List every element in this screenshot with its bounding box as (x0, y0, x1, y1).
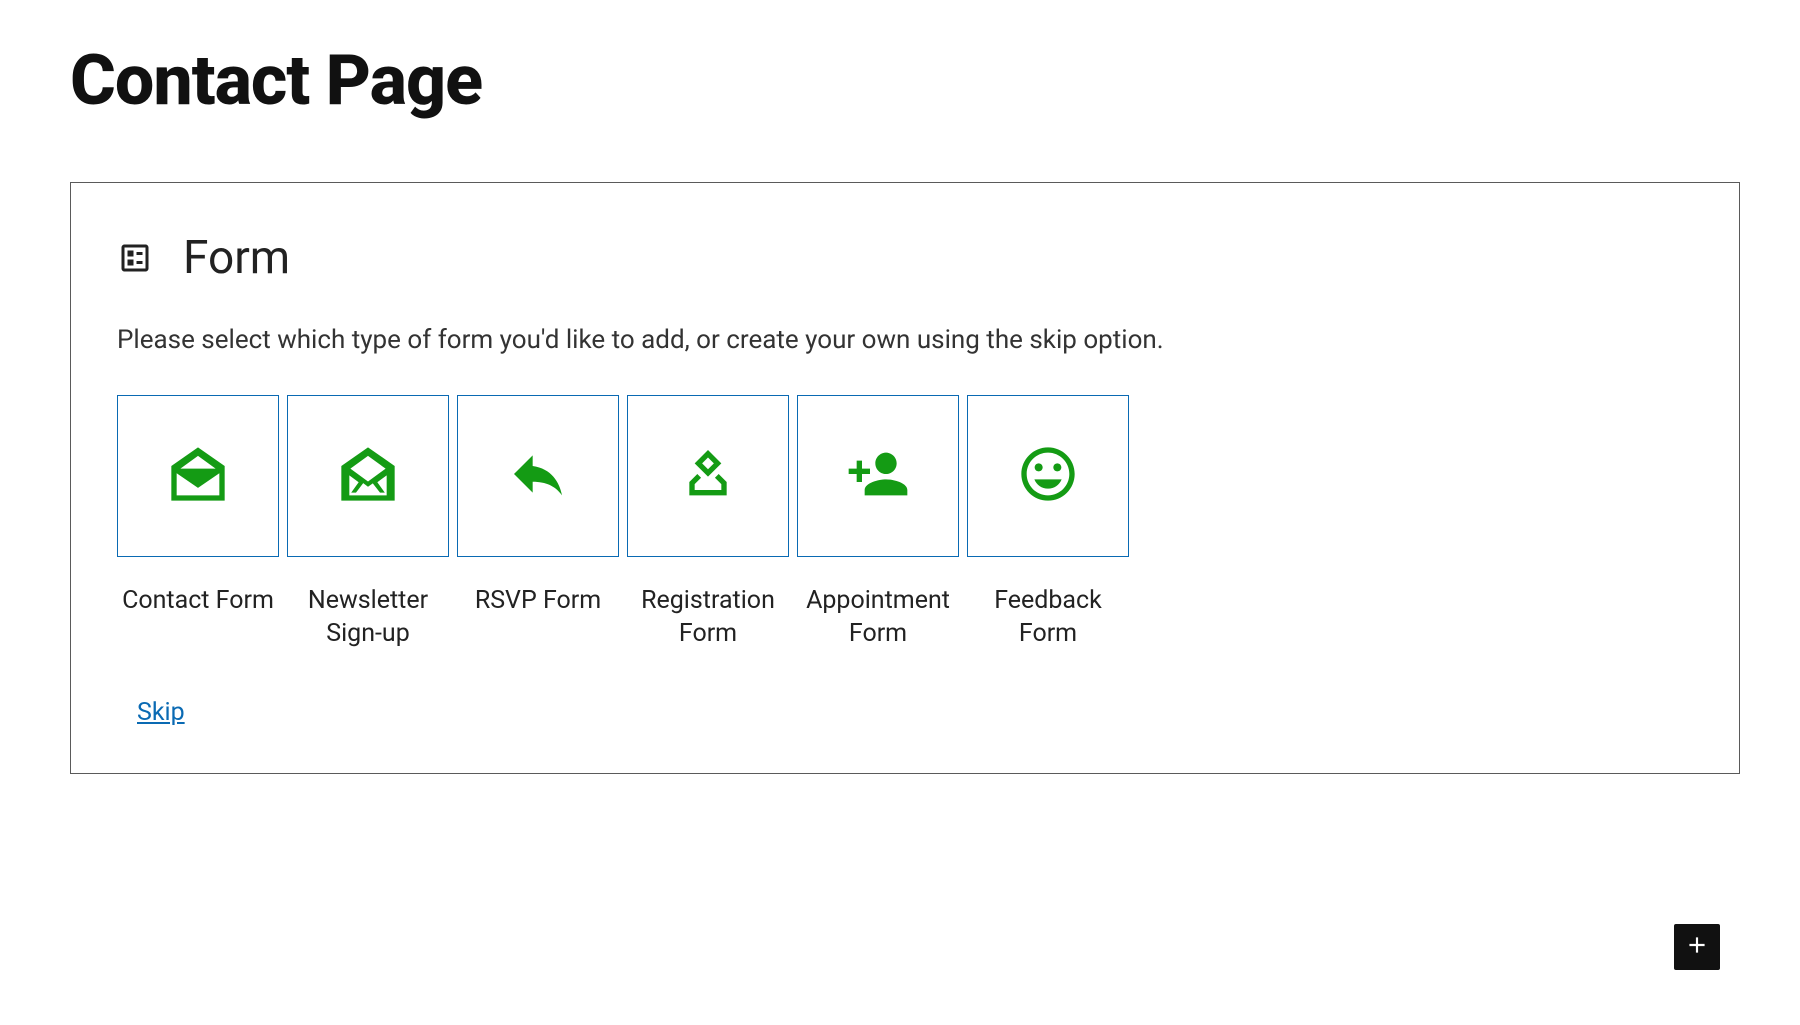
option-contact-form: Contact Form (117, 395, 279, 650)
skip-link[interactable]: Skip (137, 698, 185, 727)
block-description: Please select which type of form you'd l… (117, 325, 1693, 355)
option-appointment: Appointment Form (797, 395, 959, 650)
option-label: Registration Form (627, 585, 789, 650)
block-header: Form (117, 231, 1693, 285)
option-registration: Registration Form (627, 395, 789, 650)
envelope-open-icon (166, 442, 230, 510)
option-feedback: Feedback Form (967, 395, 1129, 650)
page-title: Contact Page (70, 40, 1800, 122)
form-block-card: Form Please select which type of form yo… (70, 182, 1740, 774)
form-icon (117, 240, 153, 276)
option-tile-contact-form[interactable] (117, 395, 279, 557)
option-label: Appointment Form (797, 585, 959, 650)
option-tile-rsvp[interactable] (457, 395, 619, 557)
option-label: Newsletter Sign-up (287, 585, 449, 650)
option-rsvp: RSVP Form (457, 395, 619, 650)
option-label: Feedback Form (967, 585, 1129, 650)
newsletter-icon (336, 442, 400, 510)
option-label: Contact Form (117, 585, 279, 618)
option-tile-newsletter[interactable] (287, 395, 449, 557)
plus-icon (1684, 932, 1710, 962)
option-tile-appointment[interactable] (797, 395, 959, 557)
skip-link-wrapper: Skip (137, 698, 1693, 727)
smile-icon (1016, 442, 1080, 510)
add-block-button[interactable] (1674, 924, 1720, 970)
reply-icon (506, 442, 570, 510)
option-label: RSVP Form (457, 585, 619, 618)
form-options-row: Contact Form Newsletter Sign-up RSVP For… (117, 395, 1693, 650)
ballot-icon (676, 442, 740, 510)
block-title: Form (183, 231, 290, 285)
option-newsletter: Newsletter Sign-up (287, 395, 449, 650)
option-tile-registration[interactable] (627, 395, 789, 557)
person-add-icon (846, 442, 910, 510)
option-tile-feedback[interactable] (967, 395, 1129, 557)
